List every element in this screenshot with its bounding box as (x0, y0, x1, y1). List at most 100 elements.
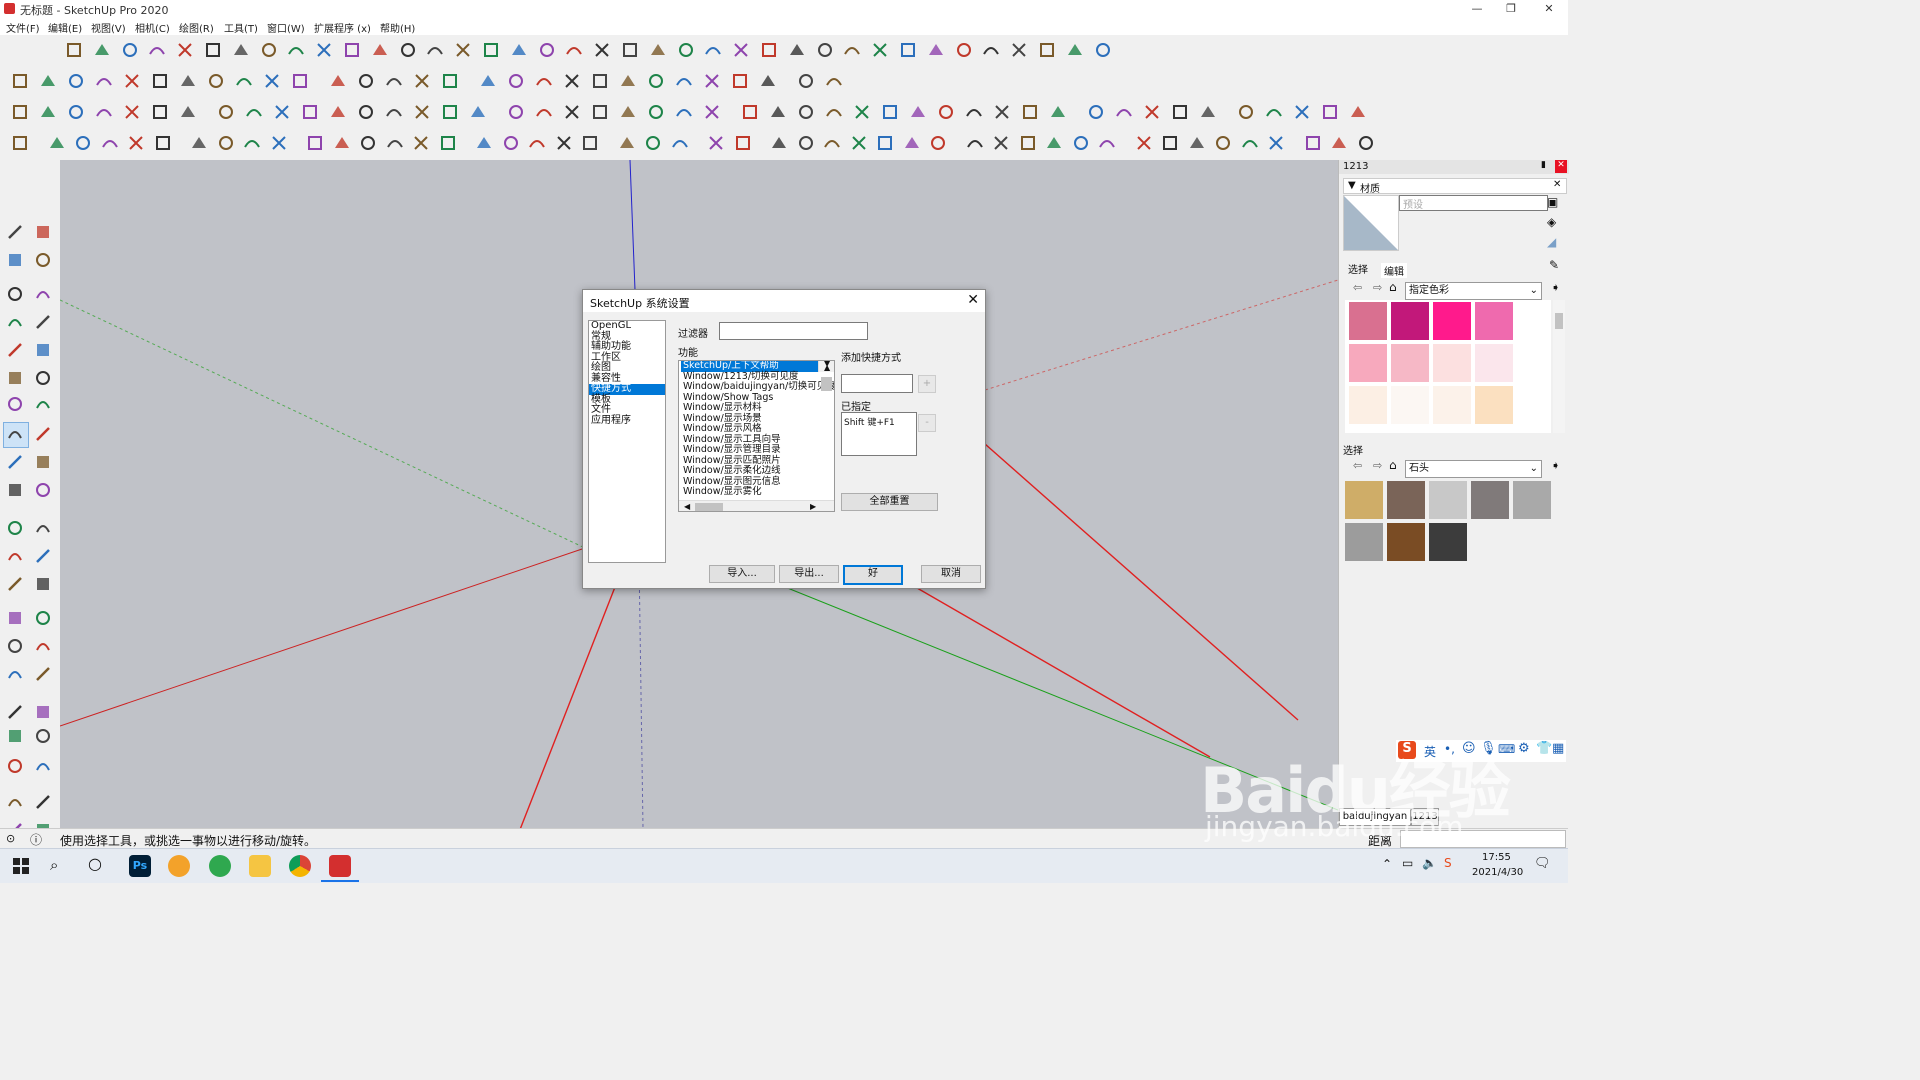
tool-icon[interactable] (646, 71, 666, 91)
category-item[interactable]: OpenGL (589, 320, 665, 332)
tool-icon[interactable] (1044, 133, 1064, 153)
tool-icon[interactable] (648, 40, 668, 60)
left-tool-icon[interactable] (33, 424, 53, 444)
tool-icon[interactable] (175, 40, 195, 60)
left-tool-icon[interactable] (33, 340, 53, 360)
tool-icon[interactable] (768, 102, 788, 122)
notification-icon[interactable]: 🗨 (1534, 856, 1551, 871)
tool-icon[interactable] (269, 133, 289, 153)
tool-icon[interactable] (356, 71, 376, 91)
left-tool-icon[interactable] (5, 702, 25, 722)
tool-icon[interactable] (1266, 133, 1286, 153)
tool-icon[interactable] (796, 133, 816, 153)
stone-swatch[interactable] (1345, 481, 1383, 519)
tool-icon[interactable] (501, 133, 521, 153)
sogou-tray-icon[interactable]: S (1444, 856, 1452, 870)
tool-icon[interactable] (564, 40, 584, 60)
tool-icon[interactable] (617, 133, 637, 153)
left-tool-icon[interactable] (5, 480, 25, 500)
function-item[interactable]: Window/显示雾化 (681, 486, 834, 498)
tool-icon[interactable] (759, 40, 779, 60)
tool-icon[interactable] (852, 102, 872, 122)
left-tool-icon[interactable] (5, 368, 25, 388)
tool-icon[interactable] (38, 71, 58, 91)
tool-icon[interactable] (242, 133, 262, 153)
left-tool-icon[interactable] (33, 222, 53, 242)
tool-icon[interactable] (620, 40, 640, 60)
tool-icon[interactable] (534, 102, 554, 122)
tool-icon[interactable] (411, 133, 431, 153)
color-swatch[interactable] (1349, 386, 1387, 424)
menu-camera[interactable]: 相机(C) (135, 20, 170, 35)
tool-icon[interactable] (286, 40, 306, 60)
left-tool-icon[interactable] (33, 250, 53, 270)
tool-icon[interactable] (822, 133, 842, 153)
tool-icon[interactable] (305, 133, 325, 153)
tool-icon[interactable] (758, 71, 778, 91)
tool-icon[interactable] (328, 71, 348, 91)
tool-icon[interactable] (314, 40, 334, 60)
color-swatch[interactable] (1433, 302, 1471, 340)
tool-icon[interactable] (272, 102, 292, 122)
left-tool-icon[interactable] (33, 664, 53, 684)
tool-icon[interactable] (1303, 133, 1323, 153)
tool-icon[interactable] (1329, 133, 1349, 153)
tool-icon[interactable] (1142, 102, 1162, 122)
function-item[interactable]: Window/显示材料 (681, 402, 834, 414)
left-tool-icon[interactable] (5, 222, 25, 242)
tool-icon[interactable] (676, 40, 696, 60)
tool-icon[interactable] (10, 133, 30, 153)
tool-icon[interactable] (66, 71, 86, 91)
dialog-close-icon[interactable]: ✕ (967, 293, 979, 307)
tool-icon[interactable] (875, 133, 895, 153)
materials-panel-header[interactable]: ▼ 材质 ✕ (1343, 178, 1567, 195)
clock-date[interactable]: 2021/4/30 (1472, 867, 1523, 878)
tool-icon[interactable] (1018, 133, 1038, 153)
tool-icon[interactable] (122, 102, 142, 122)
tool-icon[interactable] (618, 102, 638, 122)
category-item[interactable]: 绘图 (589, 362, 665, 374)
stone-swatch[interactable] (1471, 481, 1509, 519)
swatch-scrollbar[interactable] (1553, 300, 1565, 433)
tool-icon[interactable] (643, 133, 663, 153)
tool-icon[interactable] (1093, 40, 1113, 60)
tool-icon[interactable] (150, 71, 170, 91)
geo-location-icon[interactable]: ⊙ (6, 832, 15, 845)
sample-paint-icon[interactable]: ◢ (1547, 235, 1556, 249)
tool-icon[interactable] (203, 40, 223, 60)
reset-all-button[interactable]: 全部重置 (841, 493, 938, 511)
search-icon[interactable]: ⌕ (50, 856, 58, 874)
function-item[interactable]: Window/显示管理目录 (681, 444, 834, 456)
add-shortcut-button[interactable]: + (918, 375, 936, 393)
tray-expand-icon[interactable]: ⌃ (1382, 857, 1392, 871)
tool-icon[interactable] (10, 102, 30, 122)
ok-button[interactable]: 好 (843, 565, 903, 585)
panel-close-icon[interactable]: ✕ (1553, 179, 1561, 190)
pin-icon[interactable]: ▮ (1541, 160, 1546, 170)
tool-icon[interactable] (618, 71, 638, 91)
clock-time[interactable]: 17:55 (1482, 852, 1511, 863)
tool-icon[interactable] (849, 133, 869, 153)
left-tool-icon[interactable] (5, 792, 25, 812)
library-select-2[interactable]: 石头 ⌄ (1405, 460, 1542, 478)
function-list-vscroll[interactable]: ▲ ▼ (818, 361, 834, 391)
tool-icon[interactable] (206, 71, 226, 91)
tool-icon[interactable] (898, 40, 918, 60)
tool-icon[interactable] (1048, 102, 1068, 122)
tool-icon[interactable] (358, 133, 378, 153)
left-tool-icon[interactable] (5, 250, 25, 270)
tool-icon[interactable] (1170, 102, 1190, 122)
tool-icon[interactable] (1009, 40, 1029, 60)
tool-icon[interactable] (1348, 102, 1368, 122)
filter-input[interactable] (719, 322, 868, 340)
tool-icon[interactable] (385, 133, 405, 153)
forward-icon-2[interactable]: ⇨ (1373, 459, 1382, 472)
tool-icon[interactable] (412, 71, 432, 91)
left-tool-icon[interactable] (33, 574, 53, 594)
tool-icon[interactable] (440, 102, 460, 122)
tab-edit[interactable]: 编辑 (1381, 263, 1407, 278)
home-icon-2[interactable]: ⌂ (1389, 458, 1397, 472)
tool-icon[interactable] (674, 71, 694, 91)
network-icon[interactable]: ▭ (1402, 856, 1413, 870)
cancel-button[interactable]: 取消 (921, 565, 981, 583)
